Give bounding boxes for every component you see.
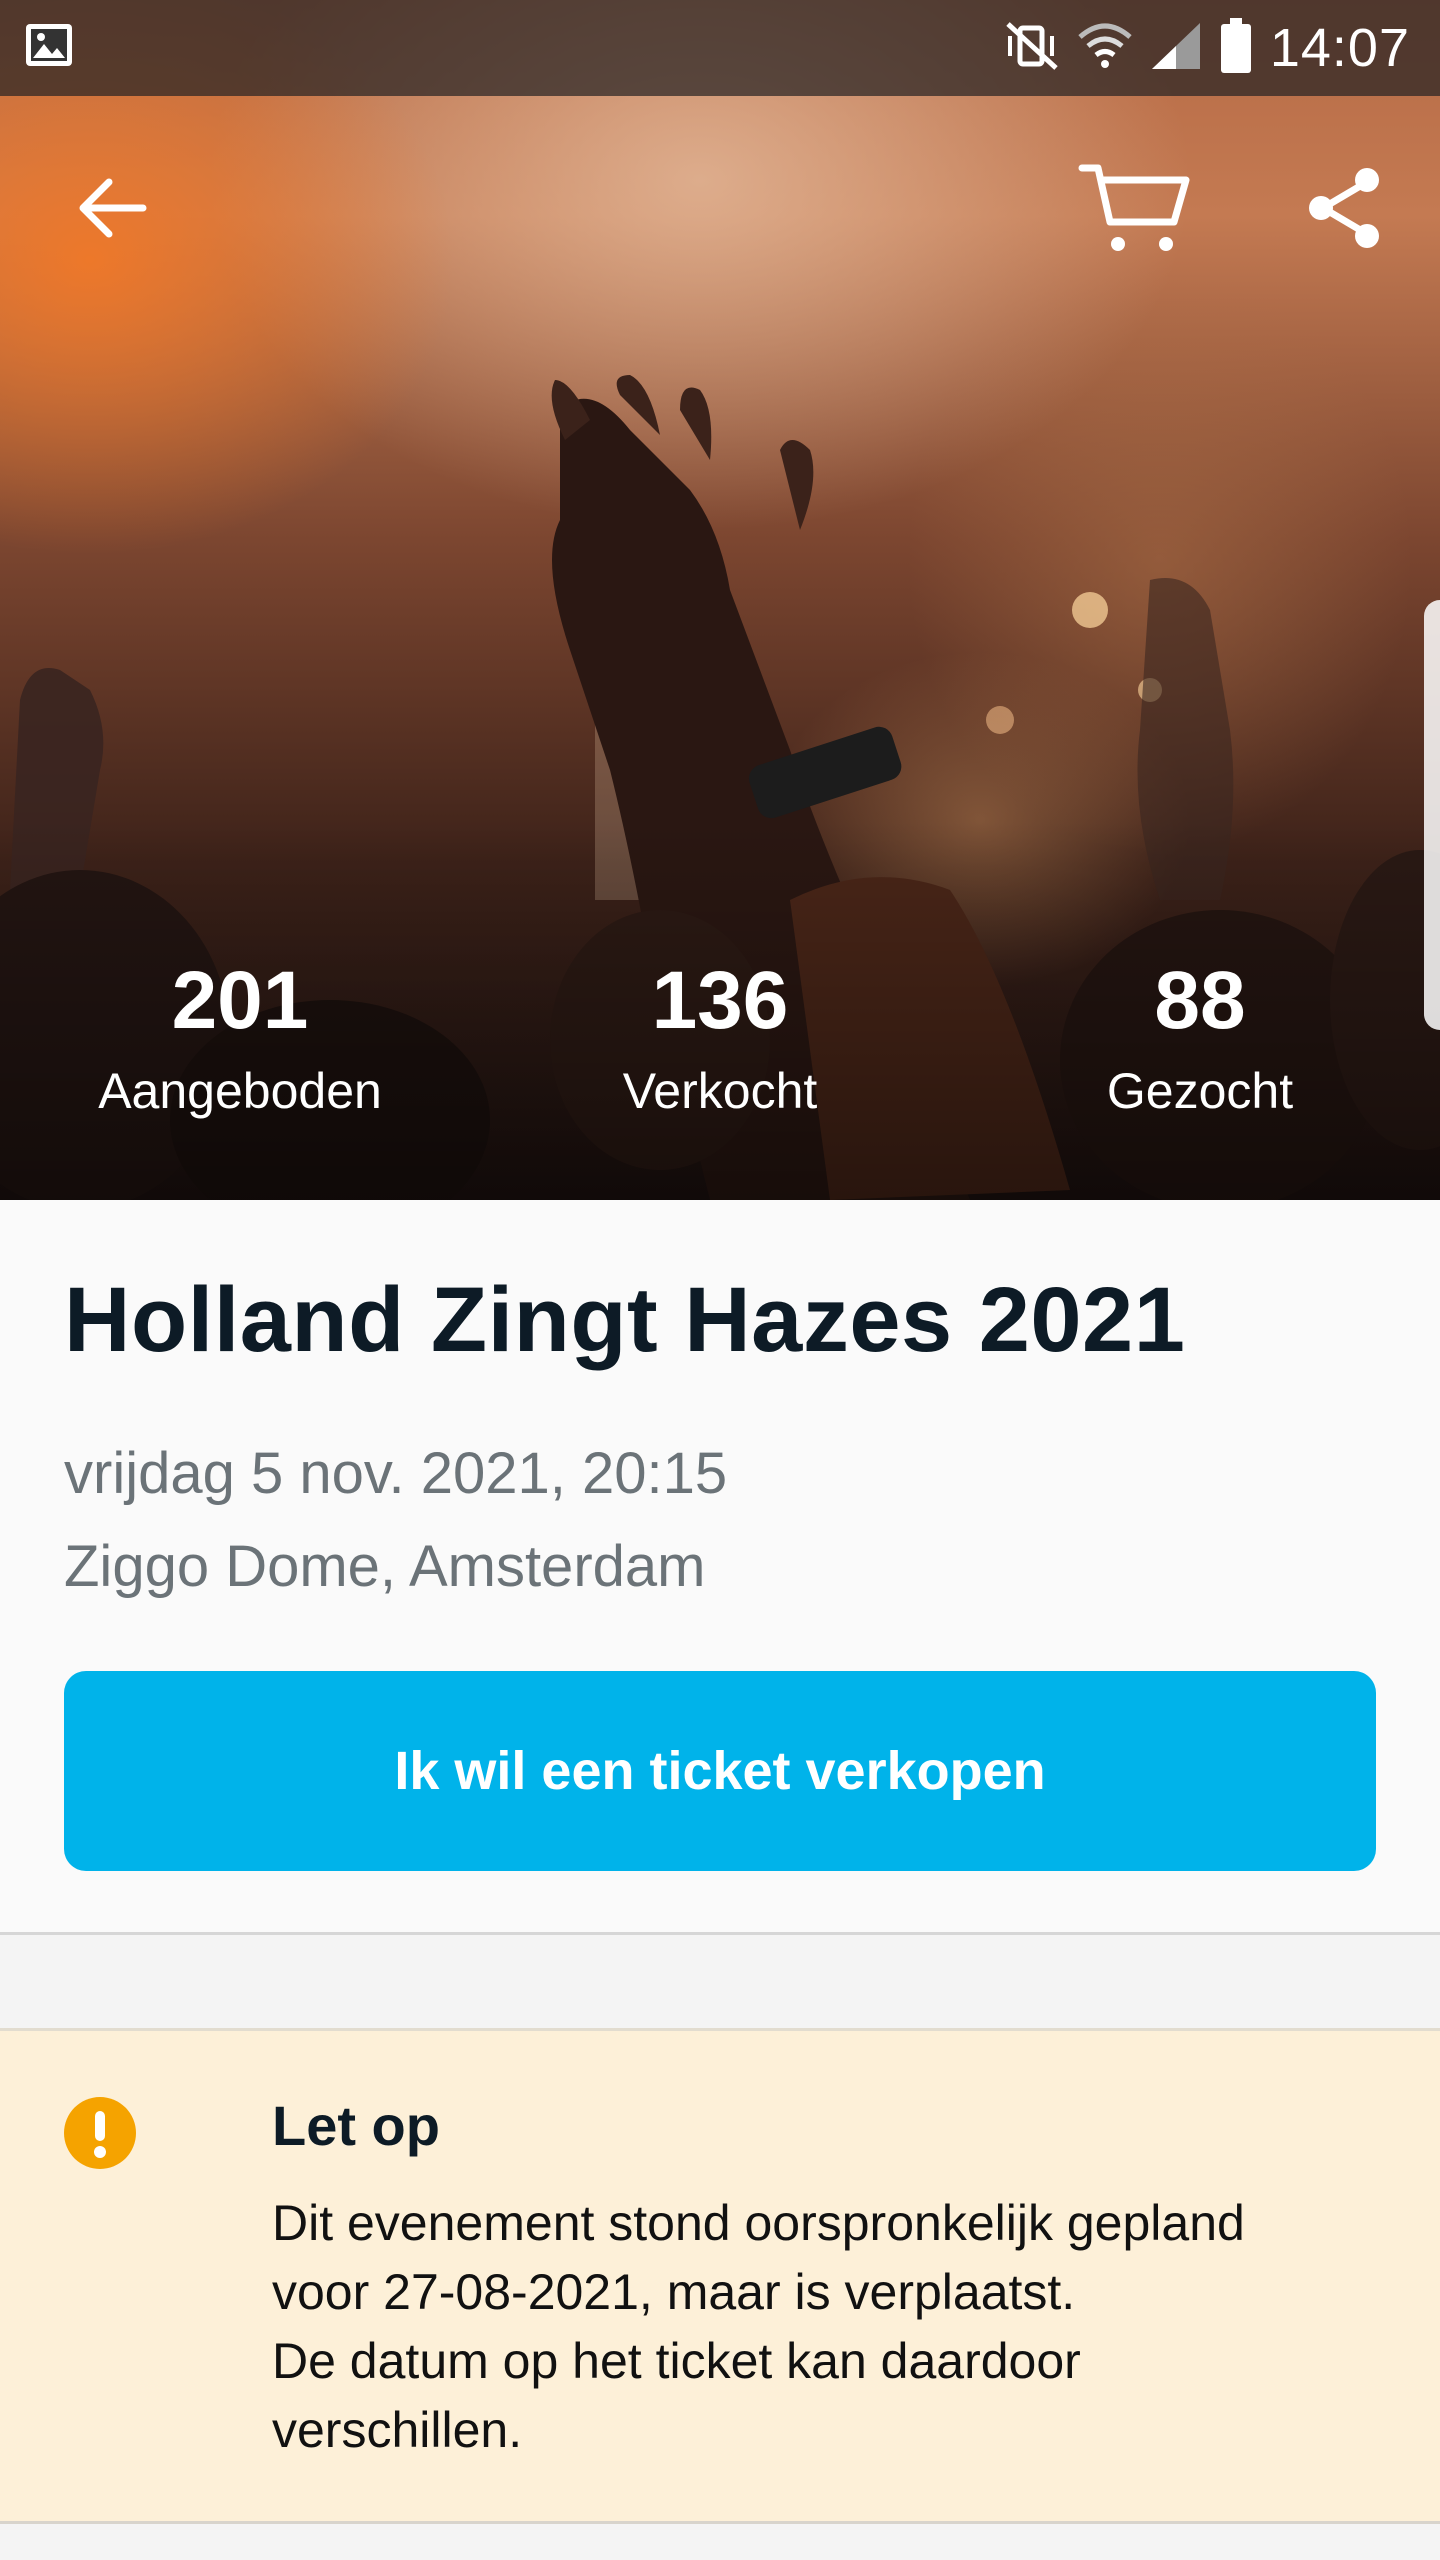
event-info-card: Holland Zingt Hazes 2021 vrijdag 5 nov. … bbox=[0, 1200, 1440, 1935]
notice-line: verschillen. bbox=[272, 2402, 523, 2458]
share-icon bbox=[1305, 166, 1385, 255]
notice-line: voor 27-08-2021, maar is verplaatst. bbox=[272, 2264, 1076, 2320]
stat-sold: 136 Verkocht bbox=[510, 955, 930, 1119]
gallery-icon bbox=[24, 22, 74, 73]
event-date: vrijdag 5 nov. 2021, 20:15 bbox=[64, 1441, 728, 1506]
back-arrow-icon bbox=[77, 177, 147, 244]
mute-vibrate-icon bbox=[1004, 20, 1060, 77]
share-button[interactable] bbox=[1285, 150, 1405, 270]
stat-offered: 201 Aangeboden bbox=[30, 955, 450, 1119]
stat-offered-value: 201 bbox=[171, 955, 309, 1046]
stat-wanted-label: Gezocht bbox=[1106, 1063, 1294, 1119]
cart-icon bbox=[1078, 160, 1194, 261]
notice-title: Let op bbox=[272, 2094, 440, 2157]
warning-icon bbox=[64, 2097, 136, 2174]
cart-button[interactable] bbox=[1076, 150, 1196, 270]
battery-icon bbox=[1220, 17, 1252, 79]
status-time: 14:07 bbox=[1269, 18, 1410, 78]
event-venue[interactable]: Ziggo Dome, Amsterdam bbox=[64, 1533, 705, 1600]
status-bar: 14:07 bbox=[0, 0, 1440, 96]
stat-wanted-value: 88 bbox=[1154, 955, 1246, 1046]
wifi-icon bbox=[1078, 21, 1132, 76]
stat-sold-label: Verkocht bbox=[622, 1063, 818, 1119]
stat-wanted: 88 Gezocht bbox=[990, 955, 1410, 1119]
sell-ticket-button[interactable]: Ik wil een ticket verkopen bbox=[64, 1671, 1376, 1871]
notice-banner: Let op Dit evenement stond oorspronkelij… bbox=[0, 2028, 1440, 2524]
side-drawer-handle[interactable] bbox=[1424, 600, 1440, 1030]
stat-sold-value: 136 bbox=[651, 955, 789, 1046]
event-title: Holland Zingt Hazes 2021 bbox=[64, 1269, 1186, 1371]
notice-line: Dit evenement stond oorspronkelijk gepla… bbox=[272, 2195, 1245, 2251]
notice-line: De datum op het ticket kan daardoor bbox=[272, 2333, 1081, 2389]
signal-icon bbox=[1150, 21, 1202, 76]
notice-body: Dit evenement stond oorspronkelijk gepla… bbox=[272, 2189, 1392, 2465]
stat-offered-label: Aangeboden bbox=[98, 1063, 382, 1119]
back-button[interactable] bbox=[52, 150, 172, 270]
